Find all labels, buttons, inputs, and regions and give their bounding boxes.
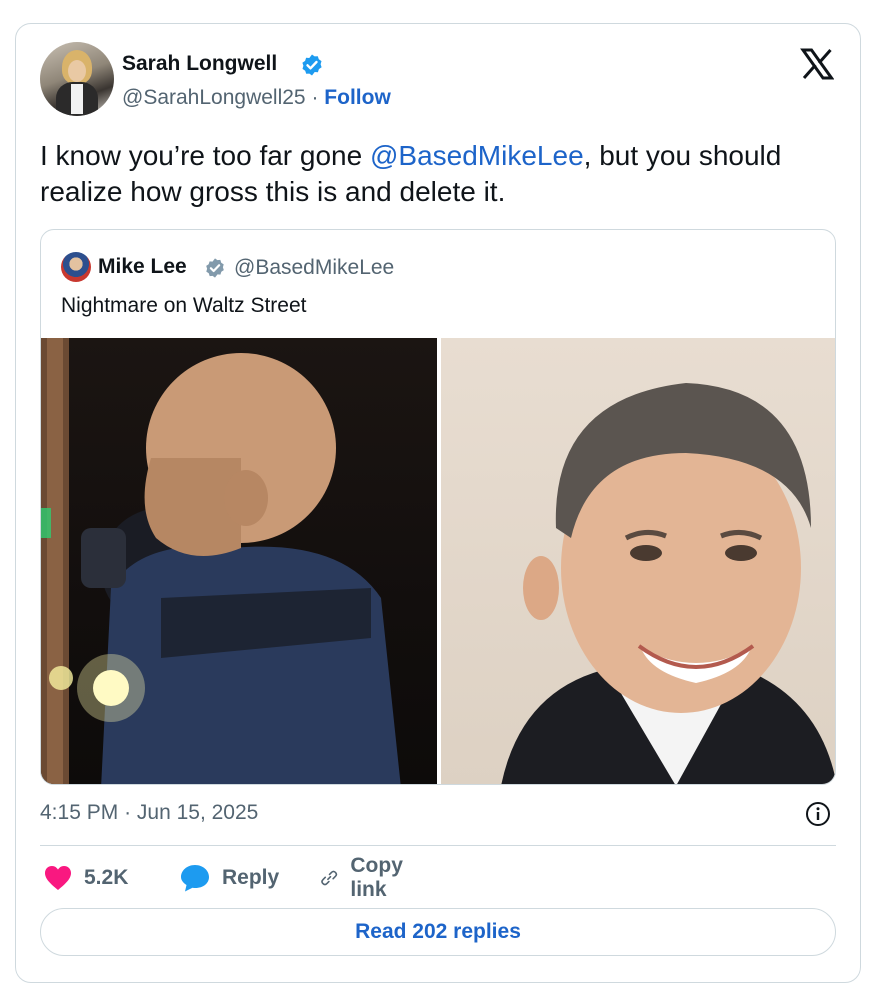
- quoted-tweet-text: Nightmare on Waltz Street: [61, 294, 307, 317]
- info-icon[interactable]: [805, 801, 831, 827]
- quoted-author-avatar[interactable]: [61, 252, 91, 282]
- reply-button[interactable]: Reply: [180, 860, 279, 896]
- copy-link-button[interactable]: Copy link: [320, 854, 413, 901]
- author-handle[interactable]: @SarahLongwell25: [122, 86, 306, 109]
- author-handle-row: @SarahLongwell25 · Follow: [122, 86, 391, 110]
- verified-badge-icon: [302, 54, 322, 76]
- author-name[interactable]: Sarah Longwell: [122, 52, 277, 76]
- tweet-text-start: I know you’re too far gone: [40, 140, 370, 171]
- like-count: 5.2K: [84, 866, 129, 889]
- separator-dot: ·: [124, 801, 132, 824]
- read-replies-button[interactable]: Read 202 replies: [40, 908, 836, 956]
- author-avatar[interactable]: [40, 42, 114, 116]
- quoted-author-handle[interactable]: @BasedMikeLee: [234, 256, 394, 280]
- separator-dot: ·: [311, 86, 319, 109]
- mention-link[interactable]: @BasedMikeLee: [370, 140, 584, 171]
- tweet-text: I know you’re too far gone @BasedMikeLee…: [40, 138, 850, 210]
- smiling-man-portrait-photo[interactable]: [441, 338, 835, 784]
- reply-bubble-icon: [181, 865, 209, 892]
- follow-button[interactable]: Follow: [324, 86, 391, 109]
- masked-figure-photo[interactable]: [41, 338, 437, 784]
- x-logo-icon[interactable]: [800, 48, 834, 80]
- timestamp[interactable]: 4:15 PM · Jun 15, 2025: [40, 801, 258, 825]
- copy-link-label: Copy link: [350, 854, 403, 901]
- link-icon: [321, 870, 338, 886]
- divider: [40, 845, 836, 846]
- quoted-author-name[interactable]: Mike Lee: [98, 255, 187, 279]
- heart-icon: [45, 866, 71, 890]
- verified-badge-icon: [206, 258, 224, 278]
- tweet-time[interactable]: 4:15 PM: [40, 801, 118, 824]
- tweet-date[interactable]: Jun 15, 2025: [137, 801, 258, 824]
- quoted-tweet[interactable]: Mike Lee @BasedMikeLee Nightmare on Walt…: [40, 229, 836, 785]
- like-button[interactable]: 5.2K: [44, 860, 128, 896]
- reply-label: Reply: [222, 866, 280, 889]
